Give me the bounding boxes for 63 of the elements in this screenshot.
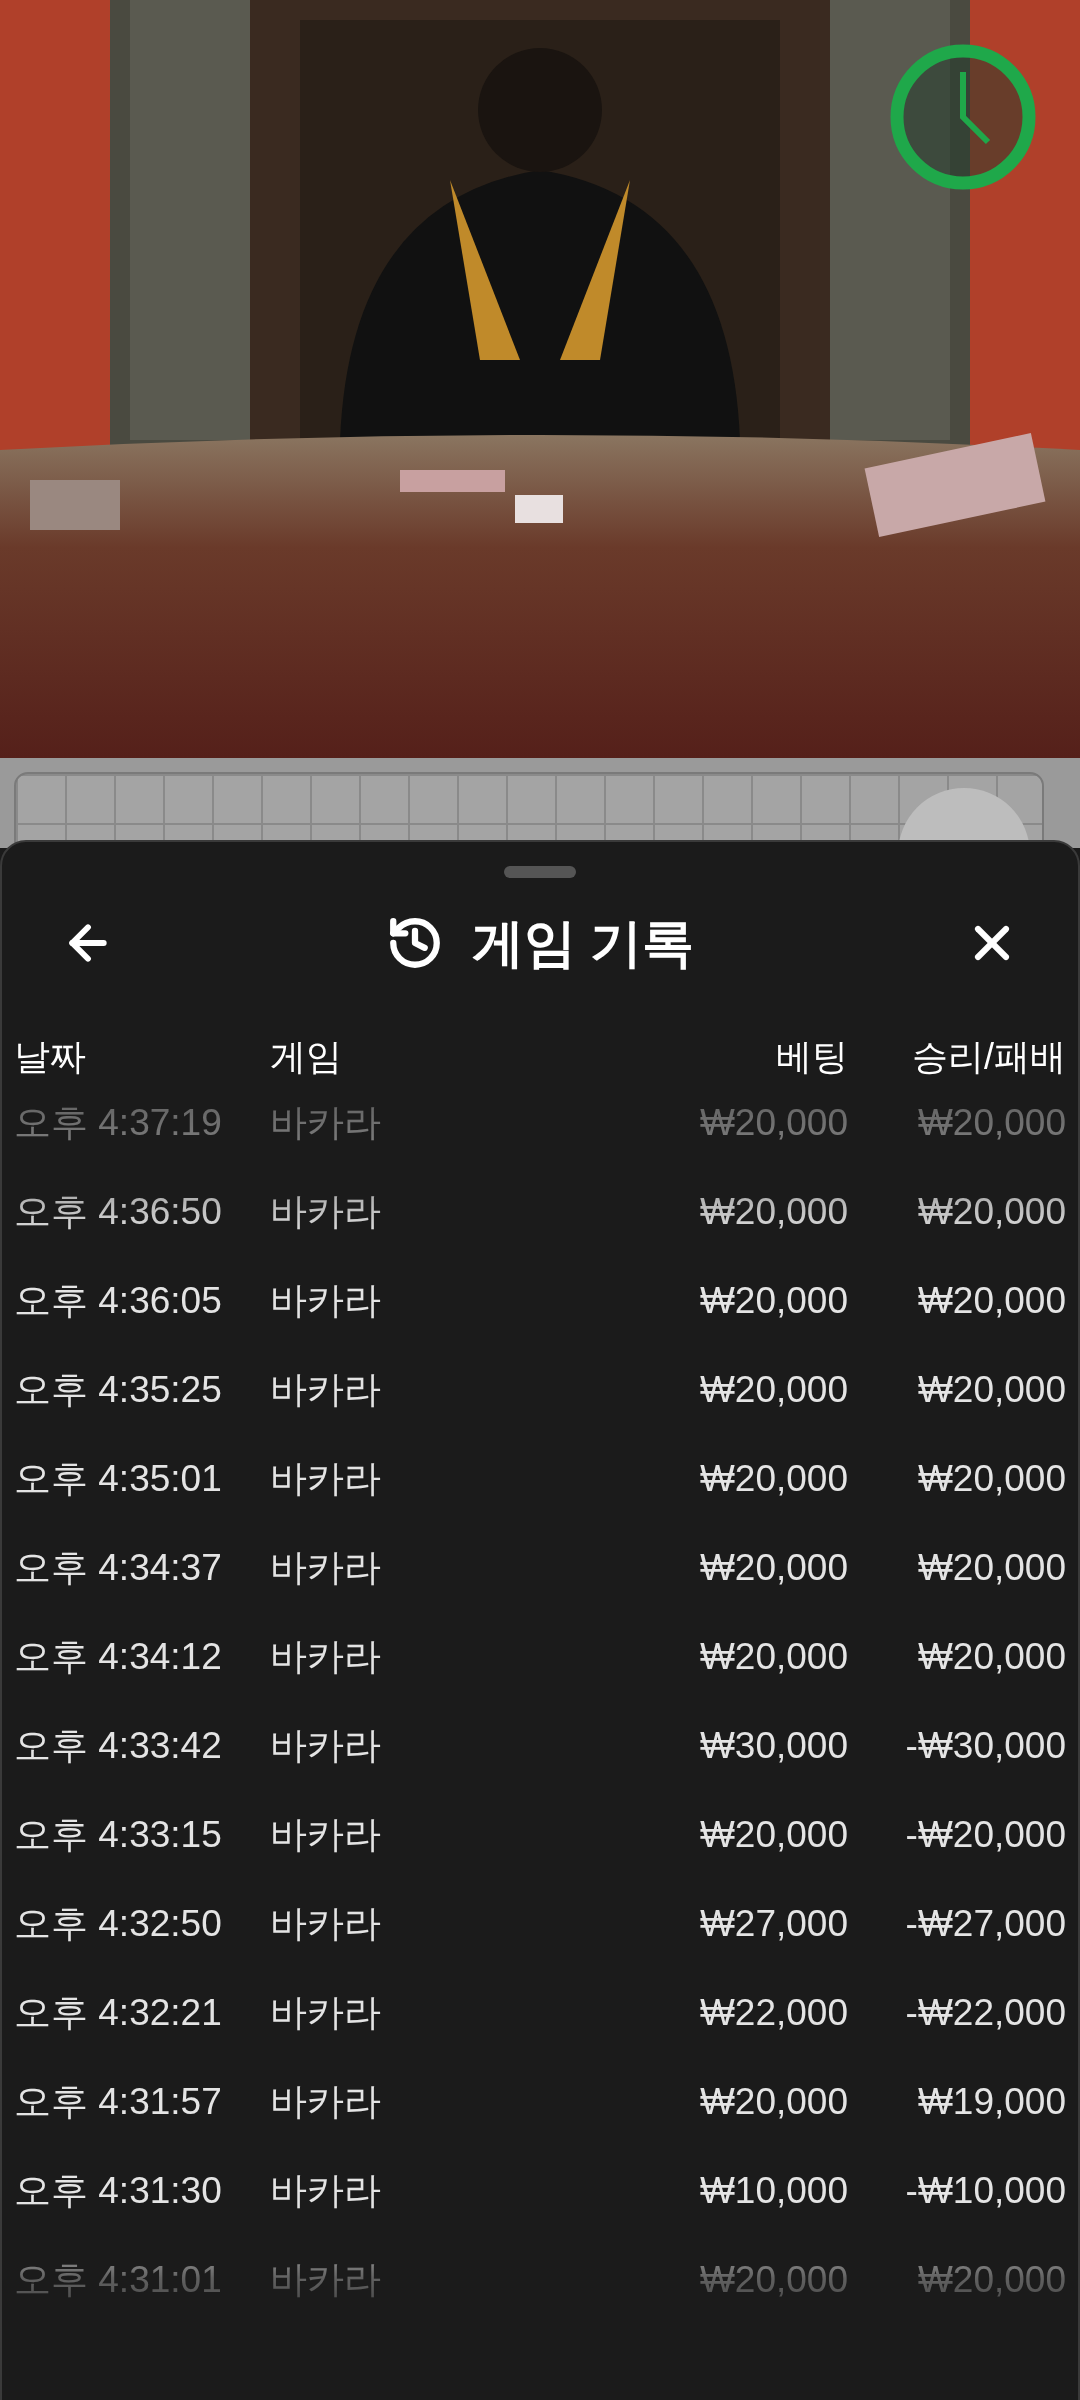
table-cell: ₩30,000	[699, 1724, 848, 1766]
table-cell: 오후 4:35:25	[14, 1368, 222, 1410]
table-cell: ₩20,000	[699, 1457, 848, 1499]
table-cell: 바카라	[270, 1457, 381, 1499]
table-cell: -₩30,000	[905, 1724, 1066, 1766]
countdown-timer-icon	[888, 42, 1038, 192]
drag-handle[interactable]	[504, 866, 576, 878]
table-cell: 바카라	[270, 1190, 381, 1232]
table-cell: 바카라	[270, 1635, 381, 1677]
table-cell: 바카라	[270, 1902, 381, 1944]
table-cell: -₩22,000	[905, 1991, 1066, 2033]
table-cell: 오후 4:31:01	[14, 2258, 222, 2300]
table-cell: 오후 4:32:21	[14, 1991, 222, 2033]
column-header: 베팅	[776, 1036, 848, 1077]
table-cell: 오후 4:35:01	[14, 1457, 222, 1499]
table-cell: ₩20,000	[699, 1546, 848, 1588]
table-cell: 바카라	[270, 2169, 381, 2211]
table-cell: ₩22,000	[699, 1991, 848, 2033]
table-cell: 바카라	[270, 2080, 381, 2122]
table-cell: 오후 4:37:19	[14, 1101, 222, 1143]
column-header: 게임	[270, 1036, 342, 1077]
table-cell: ₩20,000	[699, 2080, 848, 2122]
table-cell: 바카라	[270, 1991, 381, 2033]
table-cell: 오후 4:36:05	[14, 1279, 222, 1321]
table-cell: ₩27,000	[699, 1902, 848, 1944]
table-cell: 오후 4:31:30	[14, 2169, 222, 2211]
table-cell: -₩20,000	[905, 1813, 1066, 1855]
table-cell: 바카라	[270, 1368, 381, 1410]
table-cell: 오후 4:36:50	[14, 1190, 222, 1232]
table-cell: ₩20,000	[917, 1368, 1066, 1410]
table-cell: 바카라	[270, 1279, 381, 1321]
table-cell: 바카라	[270, 1813, 381, 1855]
table-cell: ₩20,000	[699, 1813, 848, 1855]
table-cell: ₩20,000	[699, 1635, 848, 1677]
table-cell: -₩10,000	[905, 2169, 1066, 2211]
column-header: 날짜	[14, 1036, 86, 1077]
table-cell: ₩20,000	[917, 1635, 1066, 1677]
table-cell: 오후 4:33:42	[14, 1724, 222, 1766]
table-cell: 바카라	[270, 2258, 381, 2300]
table-cell: ₩20,000	[699, 1368, 848, 1410]
table-cell: ₩20,000	[699, 2258, 848, 2300]
table-cell: 오후 4:32:50	[14, 1902, 222, 1944]
table-cell: ₩20,000	[699, 1279, 848, 1321]
table-cell: ₩19,000	[917, 2080, 1066, 2122]
table-cell: ₩20,000	[917, 1457, 1066, 1499]
table-cell: ₩20,000	[699, 1190, 848, 1232]
table-cell: ₩20,000	[917, 2258, 1066, 2300]
table-cell: ₩20,000	[917, 1279, 1066, 1321]
table-cell: ₩20,000	[917, 1190, 1066, 1232]
table-cell: -₩27,000	[905, 1902, 1066, 1944]
table-cell: ₩20,000	[917, 1101, 1066, 1143]
table-cell: ₩20,000	[917, 1546, 1066, 1588]
table-cell: 오후 4:34:12	[14, 1635, 222, 1677]
table-cell: 오후 4:33:15	[14, 1813, 222, 1855]
table-cell: ₩20,000	[699, 1101, 848, 1143]
column-header: 승리/패배	[912, 1036, 1066, 1077]
sheet-title: 게임 기록	[471, 913, 695, 974]
table-cell: 오후 4:34:37	[14, 1546, 222, 1588]
table-cell: 바카라	[270, 1724, 381, 1766]
table-cell: ₩10,000	[699, 2169, 848, 2211]
table-cell: 오후 4:31:57	[14, 2080, 222, 2122]
table-cell: 바카라	[270, 1101, 381, 1143]
table-cell: 바카라	[270, 1546, 381, 1588]
